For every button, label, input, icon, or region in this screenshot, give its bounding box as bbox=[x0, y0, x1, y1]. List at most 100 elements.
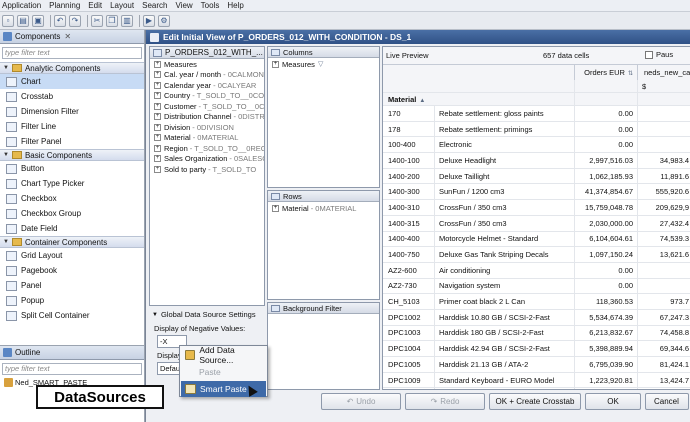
tree-node[interactable]: + Calendar year - 0CALYEAR bbox=[150, 80, 264, 91]
tree-node[interactable]: +Customer- T_SOLD_TO__0CUS bbox=[150, 101, 264, 112]
columns-item-measures[interactable]: + Measures ▽ bbox=[268, 59, 379, 69]
table-row[interactable]: 1400-200 Deluxe Taillight 1,062,185.93 11,8… bbox=[383, 168, 690, 185]
new-icon[interactable]: ▫ bbox=[2, 14, 14, 27]
expand-icon[interactable]: + bbox=[272, 60, 279, 68]
expand-icon[interactable]: + bbox=[154, 134, 161, 142]
menu-item-search[interactable]: Search bbox=[142, 1, 167, 10]
tree-node[interactable]: +Cal. year / month- 0CALMONTH bbox=[150, 70, 264, 81]
table-row[interactable]: DPC1009 Standard Keyboard - EURO Model 1,2… bbox=[383, 372, 690, 389]
orders-column-header[interactable]: Orders EUR ⇅ bbox=[574, 65, 637, 80]
menu-item-tools[interactable]: Tools bbox=[201, 1, 220, 10]
expand-icon[interactable]: + bbox=[154, 102, 161, 110]
menu-item-edit[interactable]: Edit bbox=[88, 1, 102, 10]
expand-icon[interactable]: + bbox=[154, 71, 161, 79]
ok-create-crosstab-button[interactable]: OK + Create Crosstab bbox=[489, 393, 581, 410]
rows-zone[interactable]: Rows + Material - 0MATERIAL bbox=[267, 190, 380, 300]
palette-item-checkbox-group[interactable]: Checkbox Group bbox=[0, 206, 144, 221]
context-menu-item-add-data-source[interactable]: Add Data Source... bbox=[181, 345, 266, 365]
tree-node[interactable]: +Sales Organization- 0SALESOR bbox=[150, 154, 264, 165]
pause-checkbox[interactable]: Paus bbox=[645, 50, 673, 59]
palette-item-filter-panel[interactable]: Filter Panel bbox=[0, 134, 144, 149]
tree-node[interactable]: +Distribution Channel- 0DISTR_ bbox=[150, 112, 264, 123]
menu-item-application[interactable]: Application bbox=[2, 1, 41, 10]
menu-item-planning[interactable]: Planning bbox=[49, 1, 80, 10]
group-header-analytic-components[interactable]: ▼ Analytic Components bbox=[0, 62, 144, 74]
tree-node[interactable]: + Material - 0MATERIAL bbox=[150, 133, 264, 144]
open-icon[interactable]: ▤ bbox=[17, 14, 29, 27]
table-row[interactable]: AZ2-730 Navigation system 0.00 bbox=[383, 278, 690, 295]
components-tab[interactable]: Components ✕ bbox=[0, 30, 144, 44]
sort-ascending-icon[interactable]: ▲ bbox=[419, 98, 425, 104]
palette-item-popup[interactable]: Popup bbox=[0, 293, 144, 308]
table-row[interactable]: AZ2-600 Air conditioning 0.00 bbox=[383, 262, 690, 279]
expand-icon[interactable]: + bbox=[154, 165, 161, 173]
expand-icon[interactable]: + bbox=[154, 92, 161, 100]
table-row[interactable]: 100-400 Electronic 0.00 bbox=[383, 137, 690, 154]
save-icon[interactable]: ▣ bbox=[32, 14, 44, 27]
expand-icon[interactable]: + bbox=[154, 60, 161, 68]
tree-node[interactable]: + Country - T_SOLD_TO__0COU bbox=[150, 91, 264, 102]
tree-node[interactable]: + Sold to party - T_SOLD_TO bbox=[150, 164, 264, 175]
table-row[interactable]: 1400-100 Deluxe Headlight 2,997,516.03 34,9… bbox=[383, 153, 690, 169]
table-row[interactable]: 178 Rebate settlement: primings 0.00 bbox=[383, 121, 690, 138]
palette-item-crosstab[interactable]: Crosstab bbox=[0, 89, 144, 104]
redo-icon[interactable]: ↷ bbox=[69, 14, 81, 27]
ok-button[interactable]: OK bbox=[585, 393, 641, 410]
close-icon[interactable]: ✕ bbox=[64, 32, 71, 41]
tree-node[interactable]: + Region - T_SOLD_TO__0REGI bbox=[150, 143, 264, 154]
table-row[interactable]: DPC1003 Harddisk 180 GB / SCSI-2-Fast 6,21… bbox=[383, 325, 690, 342]
table-row[interactable]: 1400-310 CrossFun / 350 cm3 15,759,048.78 2… bbox=[383, 200, 690, 216]
components-filter-input[interactable]: type filter text bbox=[2, 47, 142, 59]
redo-button[interactable]: ↷ Redo bbox=[405, 393, 485, 410]
outline-tab[interactable]: Outline bbox=[0, 346, 144, 360]
context-menu-item-paste[interactable]: Paste bbox=[181, 364, 266, 380]
tree-node[interactable]: + Measures bbox=[150, 59, 264, 70]
paste-icon[interactable]: ▥ bbox=[121, 14, 133, 27]
table-row[interactable]: 1400-750 Deluxe Gas Tank Striping Decals 1… bbox=[383, 247, 690, 263]
tree-node[interactable]: + Division - 0DIVISION bbox=[150, 122, 264, 133]
outline-filter-input[interactable]: type filter text bbox=[2, 363, 142, 375]
palette-item-dimension-filter[interactable]: Dimension Filter bbox=[0, 104, 144, 119]
rows-item-material[interactable]: + Material - 0MATERIAL bbox=[268, 203, 379, 213]
palette-item-date-field[interactable]: Date Field bbox=[0, 221, 144, 236]
filter-icon[interactable]: ▽ bbox=[318, 60, 323, 68]
cancel-button[interactable]: Cancel bbox=[645, 393, 689, 410]
undo-icon[interactable]: ↶ bbox=[54, 14, 66, 27]
group-header-basic-components[interactable]: ▼ Basic Components bbox=[0, 149, 144, 161]
table-row[interactable]: DPC1002 Harddisk 10.80 GB / SCSI-2-Fast 5,… bbox=[383, 309, 690, 326]
table-row[interactable]: 1400-400 Motorcycle Helmet - Standard 6,10… bbox=[383, 231, 690, 248]
expand-icon[interactable]: + bbox=[154, 81, 161, 89]
table-row[interactable]: 1400-315 CrossFun / 350 cm3 2,030,000.00 27… bbox=[383, 215, 690, 232]
palette-item-filter-line[interactable]: Filter Line bbox=[0, 119, 144, 134]
palette-item-panel[interactable]: Panel bbox=[0, 278, 144, 293]
expand-icon[interactable]: + bbox=[154, 113, 161, 121]
table-row[interactable]: DPC1004 Harddisk 42.94 GB / SCSI-2-Fast 5,… bbox=[383, 341, 690, 357]
palette-item-pagebook[interactable]: Pagebook bbox=[0, 263, 144, 278]
palette-item-chart-type-picker[interactable]: Chart Type Picker bbox=[0, 176, 144, 191]
background-filter-zone[interactable]: Background Filter bbox=[267, 302, 380, 390]
table-row[interactable]: 1400-300 SunFun / 1200 cm3 41,374,854.67 55… bbox=[383, 184, 690, 201]
undo-button[interactable]: ↶ Undo bbox=[321, 393, 401, 410]
run-icon[interactable]: ▶ bbox=[143, 14, 155, 27]
sort-icon[interactable]: ⇅ bbox=[628, 71, 633, 77]
cut-icon[interactable]: ✂ bbox=[91, 14, 103, 27]
global-settings-header[interactable]: ▼ Global Data Source Settings bbox=[149, 308, 265, 321]
table-row[interactable]: DPC1005 Harddisk 21.13 GB / ATA-2 6,795,03… bbox=[383, 357, 690, 373]
palette-item-split-cell-container[interactable]: Split Cell Container bbox=[0, 308, 144, 323]
palette-item-button[interactable]: Button bbox=[0, 161, 144, 176]
group-header-container-components[interactable]: ▼ Container Components bbox=[0, 236, 144, 248]
expand-icon[interactable]: + bbox=[154, 123, 161, 131]
palette-item-checkbox[interactable]: Checkbox bbox=[0, 191, 144, 206]
menu-item-help[interactable]: Help bbox=[227, 1, 243, 10]
palette-item-chart[interactable]: Chart bbox=[0, 74, 144, 89]
menu-item-view[interactable]: View bbox=[175, 1, 192, 10]
expand-icon[interactable]: + bbox=[272, 204, 279, 212]
table-row[interactable]: CH_5103 Primer coat black 2 L Can 118,360.… bbox=[383, 294, 690, 310]
neds-column-header[interactable]: neds_new_calc bbox=[637, 65, 690, 80]
material-header[interactable]: Material ▲ bbox=[383, 95, 434, 104]
menu-item-layout[interactable]: Layout bbox=[110, 1, 134, 10]
copy-icon[interactable]: ❐ bbox=[106, 14, 118, 27]
palette-item-grid-layout[interactable]: Grid Layout bbox=[0, 248, 144, 263]
checkbox-icon[interactable] bbox=[645, 50, 653, 59]
settings-icon[interactable]: ⚙ bbox=[158, 14, 170, 27]
